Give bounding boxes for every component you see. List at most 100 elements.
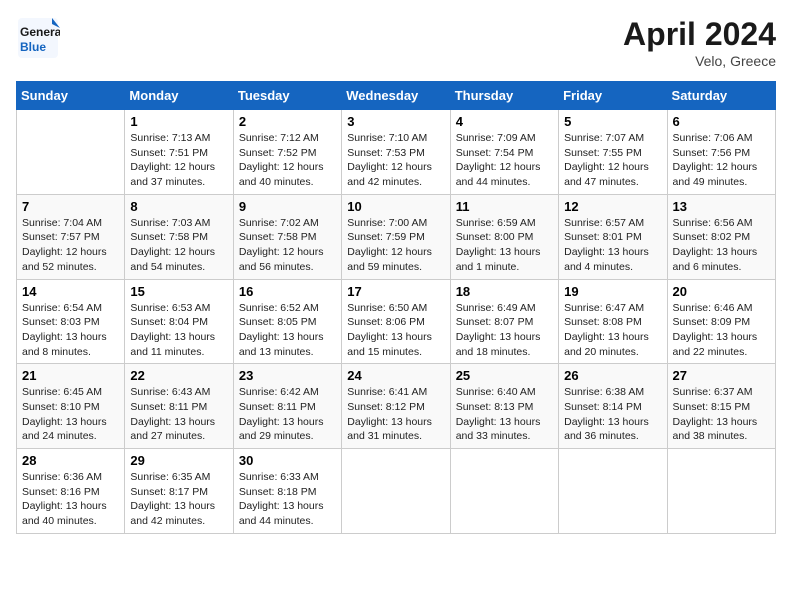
calendar-header-row: SundayMondayTuesdayWednesdayThursdayFrid…	[17, 82, 776, 110]
header-monday: Monday	[125, 82, 233, 110]
day-number: 4	[456, 114, 553, 129]
title-block: April 2024 Velo, Greece	[623, 16, 776, 69]
calendar-cell: 11Sunrise: 6:59 AM Sunset: 8:00 PM Dayli…	[450, 194, 558, 279]
calendar-cell: 14 Sunrise: 6:54 AM Sunset: 8:03 PM Dayli…	[17, 279, 125, 364]
day-info: Sunrise: 7:09 AM Sunset: 7:54 PM Dayligh…	[456, 131, 553, 190]
day-info: Sunrise: 6:57 AM Sunset: 8:01 PM Dayligh…	[564, 216, 661, 275]
day-number: 17	[347, 284, 444, 299]
logo-svg: General Blue	[16, 16, 60, 60]
calendar-cell	[559, 449, 667, 534]
day-info: Sunrise: 6:40 AM Sunset: 8:13 PM Dayligh…	[456, 385, 553, 444]
day-info: Sunrise: 6:38 AM Sunset: 8:14 PM Dayligh…	[564, 385, 661, 444]
day-info: Sunrise: 7:12 AM Sunset: 7:52 PM Dayligh…	[239, 131, 336, 190]
day-info: Sunrise: 6:49 AM Sunset: 8:07 PM Dayligh…	[456, 301, 553, 360]
calendar-cell: 30 Sunrise: 6:33 AM Sunset: 8:18 PM Dayli…	[233, 449, 341, 534]
calendar-cell	[17, 110, 125, 195]
header-wednesday: Wednesday	[342, 82, 450, 110]
calendar-cell: 10 Sunrise: 7:00 AM Sunset: 7:59 PM Dayli…	[342, 194, 450, 279]
calendar-cell: 4 Sunrise: 7:09 AM Sunset: 7:54 PM Daylig…	[450, 110, 558, 195]
logo: General Blue	[16, 16, 60, 60]
page-header: General Blue April 2024 Velo, Greece	[16, 16, 776, 69]
day-number: 9	[239, 199, 336, 214]
day-number: 6	[673, 114, 770, 129]
day-info: Sunrise: 6:41 AM Sunset: 8:12 PM Dayligh…	[347, 385, 444, 444]
day-number: 7	[22, 199, 119, 214]
day-number: 12	[564, 199, 661, 214]
day-info: Sunrise: 6:47 AM Sunset: 8:08 PM Dayligh…	[564, 301, 661, 360]
calendar-cell	[667, 449, 775, 534]
day-info: Sunrise: 7:03 AM Sunset: 7:58 PM Dayligh…	[130, 216, 227, 275]
day-info: Sunrise: 6:33 AM Sunset: 8:18 PM Dayligh…	[239, 470, 336, 529]
calendar-cell: 9 Sunrise: 7:02 AM Sunset: 7:58 PM Daylig…	[233, 194, 341, 279]
calendar-cell: 20 Sunrise: 6:46 AM Sunset: 8:09 PM Dayli…	[667, 279, 775, 364]
calendar-cell	[342, 449, 450, 534]
day-info: Sunrise: 7:07 AM Sunset: 7:55 PM Dayligh…	[564, 131, 661, 190]
calendar-cell: 5Sunrise: 7:07 AM Sunset: 7:55 PM Daylig…	[559, 110, 667, 195]
svg-text:Blue: Blue	[20, 40, 46, 54]
day-number: 23	[239, 368, 336, 383]
day-number: 1	[130, 114, 227, 129]
day-number: 30	[239, 453, 336, 468]
calendar-cell: 17 Sunrise: 6:50 AM Sunset: 8:06 PM Dayli…	[342, 279, 450, 364]
day-info: Sunrise: 6:35 AM Sunset: 8:17 PM Dayligh…	[130, 470, 227, 529]
calendar-week-3: 14 Sunrise: 6:54 AM Sunset: 8:03 PM Dayli…	[17, 279, 776, 364]
day-number: 21	[22, 368, 119, 383]
day-info: Sunrise: 7:13 AM Sunset: 7:51 PM Dayligh…	[130, 131, 227, 190]
day-number: 15	[130, 284, 227, 299]
day-info: Sunrise: 7:06 AM Sunset: 7:56 PM Dayligh…	[673, 131, 770, 190]
calendar-cell: 22 Sunrise: 6:43 AM Sunset: 8:11 PM Dayli…	[125, 364, 233, 449]
day-number: 14	[22, 284, 119, 299]
calendar-cell: 12 Sunrise: 6:57 AM Sunset: 8:01 PM Dayli…	[559, 194, 667, 279]
calendar-cell: 3Sunrise: 7:10 AM Sunset: 7:53 PM Daylig…	[342, 110, 450, 195]
calendar-cell: 21 Sunrise: 6:45 AM Sunset: 8:10 PM Dayli…	[17, 364, 125, 449]
calendar-cell: 27 Sunrise: 6:37 AM Sunset: 8:15 PM Dayli…	[667, 364, 775, 449]
calendar-cell: 18Sunrise: 6:49 AM Sunset: 8:07 PM Dayli…	[450, 279, 558, 364]
day-number: 19	[564, 284, 661, 299]
day-number: 22	[130, 368, 227, 383]
calendar-cell: 28Sunrise: 6:36 AM Sunset: 8:16 PM Dayli…	[17, 449, 125, 534]
day-info: Sunrise: 6:43 AM Sunset: 8:11 PM Dayligh…	[130, 385, 227, 444]
day-number: 26	[564, 368, 661, 383]
day-number: 10	[347, 199, 444, 214]
calendar-cell: 1 Sunrise: 7:13 AM Sunset: 7:51 PM Daylig…	[125, 110, 233, 195]
header-tuesday: Tuesday	[233, 82, 341, 110]
calendar-cell: 26 Sunrise: 6:38 AM Sunset: 8:14 PM Dayli…	[559, 364, 667, 449]
day-info: Sunrise: 6:52 AM Sunset: 8:05 PM Dayligh…	[239, 301, 336, 360]
day-number: 29	[130, 453, 227, 468]
calendar-cell: 6 Sunrise: 7:06 AM Sunset: 7:56 PM Daylig…	[667, 110, 775, 195]
day-number: 28	[22, 453, 119, 468]
calendar-week-5: 28Sunrise: 6:36 AM Sunset: 8:16 PM Dayli…	[17, 449, 776, 534]
calendar-week-4: 21 Sunrise: 6:45 AM Sunset: 8:10 PM Dayli…	[17, 364, 776, 449]
day-info: Sunrise: 6:50 AM Sunset: 8:06 PM Dayligh…	[347, 301, 444, 360]
day-info: Sunrise: 6:46 AM Sunset: 8:09 PM Dayligh…	[673, 301, 770, 360]
calendar-cell: 25Sunrise: 6:40 AM Sunset: 8:13 PM Dayli…	[450, 364, 558, 449]
day-info: Sunrise: 7:00 AM Sunset: 7:59 PM Dayligh…	[347, 216, 444, 275]
day-info: Sunrise: 6:37 AM Sunset: 8:15 PM Dayligh…	[673, 385, 770, 444]
calendar-cell: 24 Sunrise: 6:41 AM Sunset: 8:12 PM Dayli…	[342, 364, 450, 449]
calendar-week-2: 7 Sunrise: 7:04 AM Sunset: 7:57 PM Daylig…	[17, 194, 776, 279]
calendar-cell	[450, 449, 558, 534]
day-info: Sunrise: 7:04 AM Sunset: 7:57 PM Dayligh…	[22, 216, 119, 275]
header-thursday: Thursday	[450, 82, 558, 110]
day-number: 27	[673, 368, 770, 383]
day-info: Sunrise: 6:53 AM Sunset: 8:04 PM Dayligh…	[130, 301, 227, 360]
calendar-table: SundayMondayTuesdayWednesdayThursdayFrid…	[16, 81, 776, 534]
day-number: 8	[130, 199, 227, 214]
calendar-week-1: 1 Sunrise: 7:13 AM Sunset: 7:51 PM Daylig…	[17, 110, 776, 195]
svg-text:General: General	[20, 25, 60, 39]
day-number: 24	[347, 368, 444, 383]
day-number: 11	[456, 199, 553, 214]
calendar-cell: 29 Sunrise: 6:35 AM Sunset: 8:17 PM Dayli…	[125, 449, 233, 534]
day-info: Sunrise: 7:02 AM Sunset: 7:58 PM Dayligh…	[239, 216, 336, 275]
calendar-cell: 23Sunrise: 6:42 AM Sunset: 8:11 PM Dayli…	[233, 364, 341, 449]
day-number: 13	[673, 199, 770, 214]
day-number: 2	[239, 114, 336, 129]
day-info: Sunrise: 6:45 AM Sunset: 8:10 PM Dayligh…	[22, 385, 119, 444]
day-number: 20	[673, 284, 770, 299]
calendar-cell: 19 Sunrise: 6:47 AM Sunset: 8:08 PM Dayli…	[559, 279, 667, 364]
day-info: Sunrise: 7:10 AM Sunset: 7:53 PM Dayligh…	[347, 131, 444, 190]
header-sunday: Sunday	[17, 82, 125, 110]
day-info: Sunrise: 6:54 AM Sunset: 8:03 PM Dayligh…	[22, 301, 119, 360]
calendar-cell: 16Sunrise: 6:52 AM Sunset: 8:05 PM Dayli…	[233, 279, 341, 364]
header-friday: Friday	[559, 82, 667, 110]
